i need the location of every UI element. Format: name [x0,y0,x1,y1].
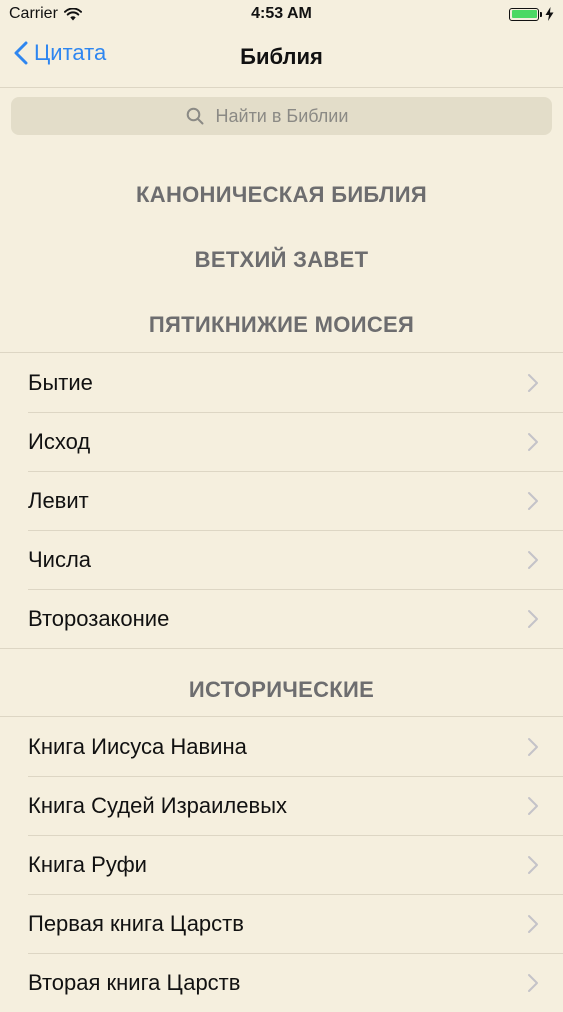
chevron-right-icon [528,550,538,569]
charging-bolt-icon [545,7,554,21]
wifi-icon [63,7,82,20]
navigation-bar: Цитата Библия [0,28,563,88]
chevron-right-icon [528,432,538,451]
historical-list: Книга Иисуса Навина Книга Судей Израилев… [0,716,563,1012]
chevron-right-icon [528,491,538,510]
chevron-right-icon [528,914,538,933]
list-item-book[interactable]: Вторая книга Царств [0,953,563,1012]
page-title: Библия [240,44,323,69]
pentateuch-list: Бытие Исход Левит Числа Второзаконие [0,352,563,649]
status-time: 4:53 AM [251,5,312,22]
chevron-right-icon [528,737,538,756]
section-heading-pentateuch: ПЯТИКНИЖИЕ МОИСЕЯ [148,312,415,337]
search-icon [186,107,203,125]
book-label: Вторая книга Царств [28,969,241,995]
chevron-right-icon [528,373,538,392]
battery-icon [509,7,539,21]
list-item-book[interactable]: Левит [0,471,563,530]
list-item-book[interactable]: Первая книга Царств [0,894,563,953]
book-label: Первая книга Царств [28,910,244,936]
status-bar: Carrier 4:53 AM [0,0,563,28]
section-heading-historical: ИСТОРИЧЕСКИЕ [188,677,375,702]
chevron-right-icon [528,609,538,628]
book-label: Книга Судей Израилевых [28,792,288,818]
list-item-book[interactable]: Книга Судей Израилевых [0,776,563,835]
section-heading-old-testament: ВЕТХИЙ ЗАВЕТ [194,247,369,272]
list-item-book[interactable]: Числа [0,530,563,589]
book-label: Левит [28,487,89,513]
list-item-book[interactable]: Второзаконие [0,589,563,648]
book-label: Второзаконие [28,605,170,631]
list-item-book[interactable]: Книга Руфи [0,835,563,894]
chevron-right-icon [528,973,538,992]
book-label: Бытие [28,369,93,395]
list-item-book[interactable]: Бытие [0,353,563,412]
book-label: Числа [28,546,92,572]
book-label: Исход [28,428,91,454]
carrier-label: Carrier [9,5,58,22]
list-item-book[interactable]: Книга Иисуса Навина [0,717,563,776]
status-left: Carrier [9,5,189,23]
search-bar[interactable] [11,97,552,135]
book-label: Книга Иисуса Навина [28,733,247,759]
chevron-right-icon [528,796,538,815]
list-item-book[interactable]: Исход [0,412,563,471]
chevron-right-icon [528,855,538,874]
status-right [374,7,554,21]
search-input[interactable] [213,104,378,128]
book-label: Книга Руфи [28,851,147,877]
battery-tip [540,11,542,17]
section-heading-canonical: КАНОНИЧЕСКАЯ БИБЛИЯ [136,182,427,207]
